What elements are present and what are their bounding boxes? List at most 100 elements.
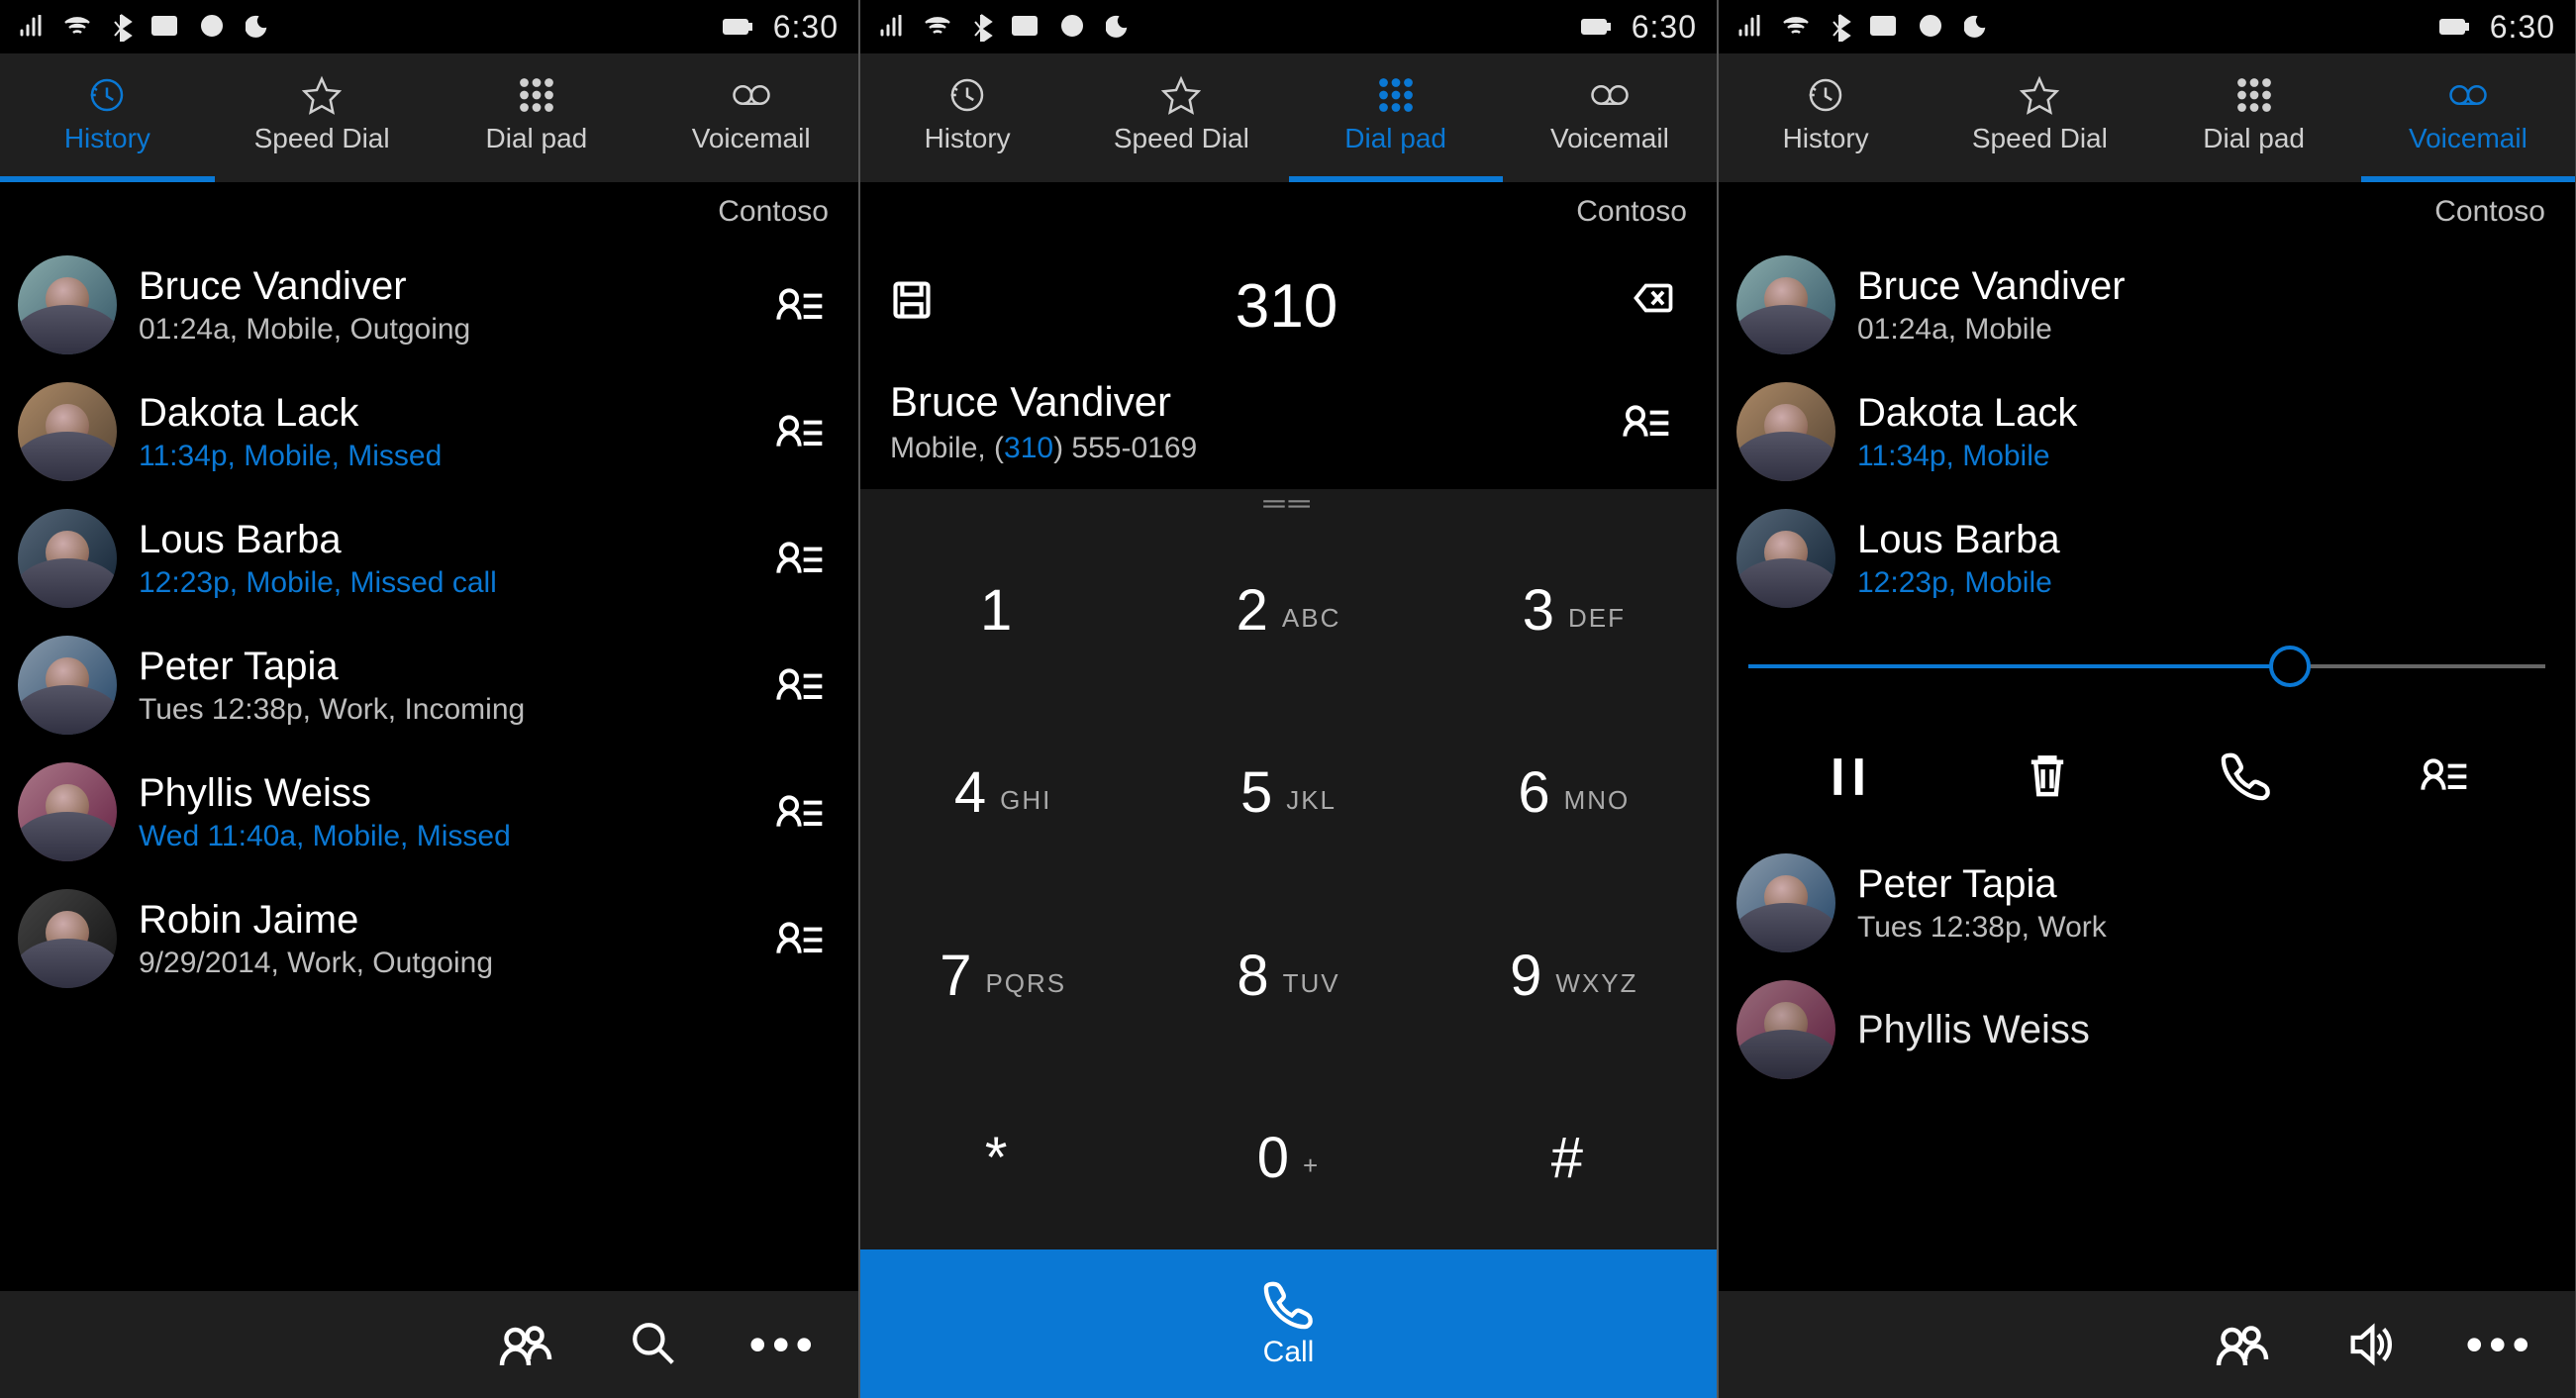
pause-button[interactable]: [1814, 741, 1883, 810]
key-star[interactable]: *: [860, 1067, 1145, 1250]
tab-voicemail[interactable]: Voicemail: [2361, 53, 2575, 182]
screen-dialpad: 6:30 History Speed Dial Dial pad Voicema…: [858, 0, 1717, 1398]
tab-history[interactable]: History: [1719, 53, 1932, 182]
signal-icon: [880, 15, 906, 39]
voicemail-seek-bar[interactable]: [1719, 622, 2575, 711]
seek-progress: [1748, 664, 2290, 668]
contact-name: Phyllis Weiss: [139, 771, 740, 816]
contact-name: Peter Tapia: [1857, 862, 2557, 907]
people-button[interactable]: [2208, 1310, 2277, 1379]
speaker-button[interactable]: [2336, 1310, 2406, 1379]
search-button[interactable]: [620, 1310, 689, 1379]
people-button[interactable]: [491, 1310, 560, 1379]
more-button[interactable]: •••: [2465, 1340, 2535, 1349]
tab-speed-dial[interactable]: Speed Dial: [1074, 53, 1288, 182]
tab-strip: History Speed Dial Dial pad Voicemail: [860, 53, 1717, 182]
tab-dial-pad[interactable]: Dial pad: [1289, 53, 1503, 182]
voicemail-row[interactable]: Bruce Vandiver 01:24a, Mobile: [1719, 242, 2575, 368]
voicemail-list[interactable]: Bruce Vandiver 01:24a, Mobile Dakota Lac…: [1719, 242, 2575, 622]
tab-voicemail[interactable]: Voicemail: [644, 53, 858, 182]
avatar[interactable]: [1736, 255, 1835, 354]
history-row[interactable]: Lous Barba 12:23p, Mobile, Missed call: [0, 495, 858, 622]
call-button[interactable]: Call: [860, 1249, 1717, 1398]
dialpad-icon: [517, 75, 556, 115]
vm-details: 01:24a, Mobile: [1857, 313, 2557, 347]
tab-dial-pad[interactable]: Dial pad: [2147, 53, 2361, 182]
key-3[interactable]: 3DEF: [1432, 519, 1717, 702]
history-row[interactable]: Phyllis Weiss Wed 11:40a, Mobile, Missed: [0, 749, 858, 875]
operator-label: Contoso: [0, 182, 858, 242]
key-6[interactable]: 6MNO: [1432, 702, 1717, 885]
key-5[interactable]: 5JKL: [1145, 702, 1431, 885]
voicemail-row[interactable]: Peter Tapia Tues 12:38p, Work: [1719, 840, 2575, 966]
tab-history[interactable]: History: [0, 53, 215, 182]
avatar[interactable]: [1736, 509, 1835, 608]
avatar[interactable]: [1736, 980, 1835, 1079]
call-details: 12:23p, Mobile, Missed call: [139, 566, 740, 600]
key-4[interactable]: 4GHI: [860, 702, 1145, 885]
tab-dial-pad[interactable]: Dial pad: [430, 53, 644, 182]
status-bar: 6:30: [1719, 0, 2575, 53]
key-0[interactable]: 0+: [1145, 1067, 1431, 1250]
key-2[interactable]: 2ABC: [1145, 519, 1431, 702]
avatar[interactable]: [18, 509, 117, 608]
voicemail-list-rest[interactable]: Peter Tapia Tues 12:38p, Work Phyllis We…: [1719, 840, 2575, 1291]
bluetooth-icon: [1830, 12, 1851, 42]
tab-label: Voicemail: [1550, 123, 1669, 154]
key-8[interactable]: 8TUV: [1145, 884, 1431, 1067]
seek-thumb[interactable]: [2269, 646, 2311, 687]
keypad-grip[interactable]: ══: [860, 489, 1717, 519]
avatar[interactable]: [18, 762, 117, 861]
backspace-button[interactable]: [1628, 278, 1687, 334]
avatar[interactable]: [18, 889, 117, 988]
details-button[interactable]: [1608, 382, 1687, 461]
avatar[interactable]: [1736, 382, 1835, 481]
contact-name: Dakota Lack: [1857, 391, 2557, 436]
clock-time: 6:30: [773, 9, 839, 46]
contact-name: Lous Barba: [1857, 518, 2557, 562]
details-button[interactable]: [761, 899, 841, 978]
key-9[interactable]: 9WXYZ: [1432, 884, 1717, 1067]
history-row[interactable]: Bruce Vandiver 01:24a, Mobile, Outgoing: [0, 242, 858, 368]
details-button[interactable]: [761, 646, 841, 725]
key-hash[interactable]: #: [1432, 1067, 1717, 1250]
dial-entry-bar: 310: [860, 242, 1717, 370]
tab-strip: History Speed Dial Dial pad Voicemail: [0, 53, 858, 182]
dial-match-row[interactable]: Bruce Vandiver Mobile, (310) 555-0169: [860, 370, 1717, 489]
key-1[interactable]: 1: [860, 519, 1145, 702]
history-icon: [87, 75, 127, 115]
save-number-button[interactable]: [890, 278, 945, 334]
delete-button[interactable]: [2013, 741, 2082, 810]
battery-icon: [2438, 14, 2472, 40]
avatar[interactable]: [1736, 853, 1835, 952]
tab-voicemail[interactable]: Voicemail: [1503, 53, 1717, 182]
app-bar: •••: [0, 1291, 858, 1398]
avatar[interactable]: [18, 636, 117, 735]
details-button[interactable]: [761, 772, 841, 851]
tab-speed-dial[interactable]: Speed Dial: [1932, 53, 2146, 182]
avatar[interactable]: [18, 382, 117, 481]
history-row[interactable]: Robin Jaime 9/29/2014, Work, Outgoing: [0, 875, 858, 1002]
details-button[interactable]: [2411, 741, 2480, 810]
details-button[interactable]: [761, 519, 841, 598]
battery-icon: [722, 14, 755, 40]
voicemail-row[interactable]: Phyllis Weiss: [1719, 966, 2575, 1093]
details-button[interactable]: [761, 265, 841, 345]
history-list[interactable]: Bruce Vandiver 01:24a, Mobile, Outgoing …: [0, 242, 858, 1291]
history-row[interactable]: Dakota Lack 11:34p, Mobile, Missed: [0, 368, 858, 495]
callback-button[interactable]: [2212, 741, 2281, 810]
contact-name: Bruce Vandiver: [139, 264, 740, 309]
tab-label: Speed Dial: [1972, 123, 2108, 154]
phone-icon: [2221, 749, 2272, 801]
details-button[interactable]: [761, 392, 841, 471]
voicemail-row[interactable]: Lous Barba 12:23p, Mobile: [1719, 495, 2575, 622]
history-row[interactable]: Peter Tapia Tues 12:38p, Work, Incoming: [0, 622, 858, 749]
key-7[interactable]: 7PQRS: [860, 884, 1145, 1067]
more-button[interactable]: •••: [748, 1340, 819, 1349]
avatar[interactable]: [18, 255, 117, 354]
tab-label: Dial pad: [2203, 123, 2305, 154]
tab-history[interactable]: History: [860, 53, 1074, 182]
tab-speed-dial[interactable]: Speed Dial: [215, 53, 430, 182]
call-details: Tues 12:38p, Work, Incoming: [139, 693, 740, 727]
voicemail-row[interactable]: Dakota Lack 11:34p, Mobile: [1719, 368, 2575, 495]
